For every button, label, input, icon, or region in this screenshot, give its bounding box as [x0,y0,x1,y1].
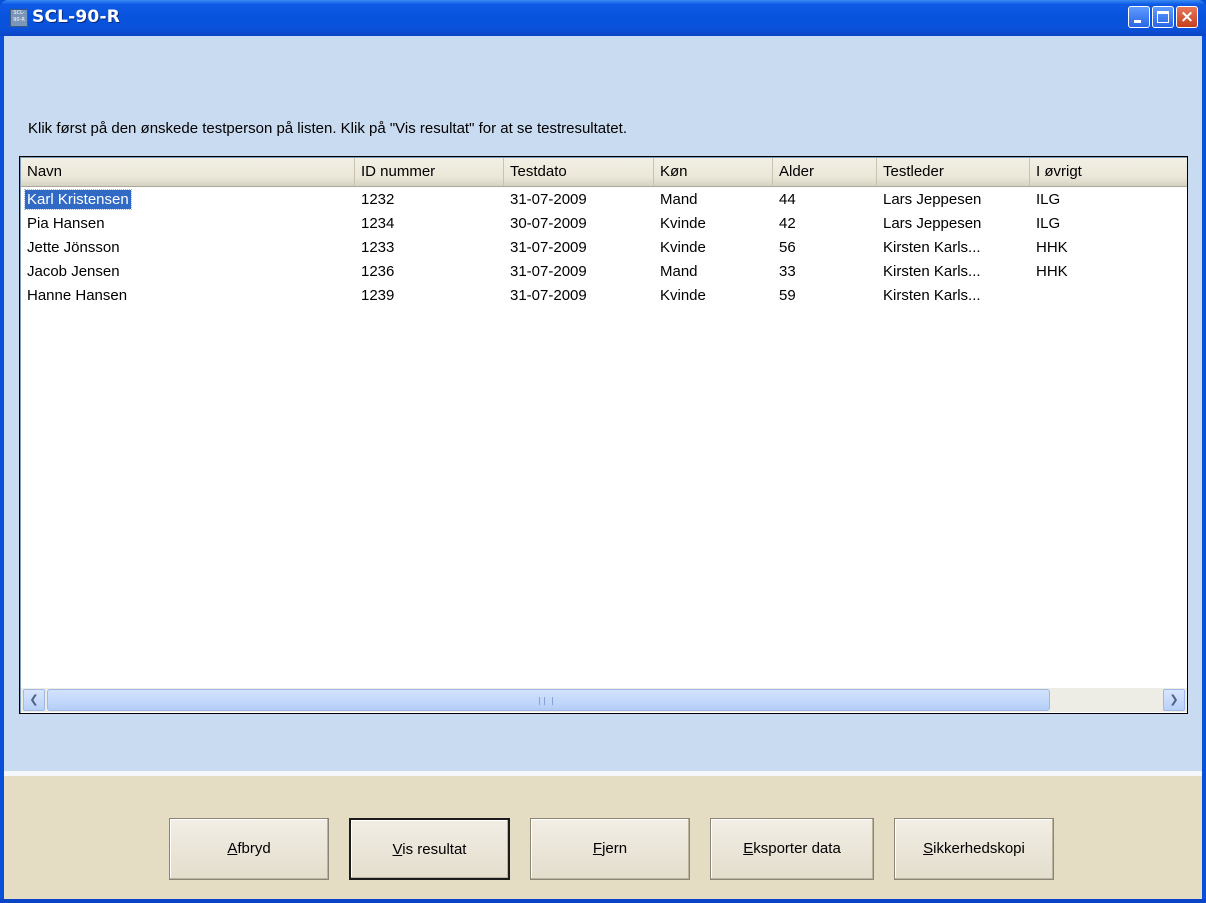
sikkerhedskopi-button[interactable]: Sikkerhedskopi [894,818,1054,880]
horizontal-scrollbar[interactable]: ❮ ❯ [21,688,1187,712]
cell-navn: Karl Kristensen [24,189,132,210]
cell-id: 1236 [361,263,395,280]
cell-kon: Kvinde [660,287,706,304]
list-header: Navn ID nummer Testdato Køn Alder Testle… [21,158,1187,187]
cell-kon: Kvinde [660,215,706,232]
cell-id: 1233 [361,239,395,256]
cell-kon: Mand [660,263,698,280]
grip-icon [539,697,553,705]
app-window: SCL-90-R SCL-90-R × Klik først på den øn… [0,0,1206,903]
cell-navn: Pia Hansen [27,215,105,232]
column-header-testdato[interactable]: Testdato [504,158,654,186]
window-frame-bottom [0,899,1206,903]
cell-navn: Jacob Jensen [27,263,120,280]
cell-ovrigt: HHK [1036,239,1068,256]
cell-ovrigt: HHK [1036,263,1068,280]
cell-id: 1232 [361,191,395,208]
cell-ovrigt: ILG [1036,191,1061,208]
cell-alder: 59 [779,287,796,304]
fjern-button[interactable]: Fjern [530,818,690,880]
table-row[interactable]: Jacob Jensen 1236 31-07-2009 Mand 33 Kir… [21,260,1187,284]
column-header-testleder[interactable]: Testleder [877,158,1030,186]
table-row[interactable]: Jette Jönsson 1233 31-07-2009 Kvinde 56 … [21,236,1187,260]
table-row[interactable]: Pia Hansen 1234 30-07-2009 Kvinde 42 Lar… [21,212,1187,236]
scroll-right-arrow-icon[interactable]: ❯ [1163,689,1185,711]
cell-alder: 33 [779,263,796,280]
minimize-button[interactable] [1128,6,1150,28]
cell-testdato: 31-07-2009 [510,191,587,208]
cell-testdato: 30-07-2009 [510,215,587,232]
cell-navn: Jette Jönsson [27,239,120,256]
cell-navn: Hanne Hansen [27,287,128,304]
instruction-text: Klik først på den ønskede testperson på … [28,120,627,137]
column-header-ovrigt[interactable]: I øvrigt [1030,158,1187,186]
scrollbar-thumb[interactable] [47,689,1050,711]
vis-resultat-button[interactable]: Vis resultat [349,818,510,880]
cell-testleder: Kirsten Karls... [883,263,981,280]
cell-id: 1239 [361,287,395,304]
app-icon: SCL-90-R [10,9,28,27]
cell-alder: 44 [779,191,796,208]
close-button[interactable]: × [1176,6,1198,28]
scroll-left-arrow-icon[interactable]: ❮ [23,689,45,711]
cell-testdato: 31-07-2009 [510,263,587,280]
column-header-alder[interactable]: Alder [773,158,877,186]
table-row[interactable]: Karl Kristensen 1232 31-07-2009 Mand 44 … [21,188,1187,212]
window-title: SCL-90-R [32,7,121,27]
cell-alder: 42 [779,215,796,232]
column-header-kon[interactable]: Køn [654,158,773,186]
cell-ovrigt: ILG [1036,215,1061,232]
eksporter-data-button[interactable]: Eksporter data [710,818,874,880]
cell-kon: Mand [660,191,698,208]
cell-testleder: Kirsten Karls... [883,287,981,304]
cell-kon: Kvinde [660,239,706,256]
column-header-navn[interactable]: Navn [21,158,355,186]
cell-ovrigt [1030,284,1187,308]
maximize-button[interactable] [1152,6,1174,28]
cell-testleder: Lars Jeppesen [883,191,982,208]
cell-id: 1234 [361,215,395,232]
afbryd-button[interactable]: Afbryd [169,818,329,880]
cell-testleder: Kirsten Karls... [883,239,981,256]
cell-testdato: 31-07-2009 [510,239,587,256]
cell-testdato: 31-07-2009 [510,287,587,304]
title-bar[interactable]: SCL-90-R SCL-90-R × [0,0,1206,36]
testperson-list[interactable]: Navn ID nummer Testdato Køn Alder Testle… [19,156,1188,714]
close-icon: × [1179,7,1195,27]
cell-testleder: Lars Jeppesen [883,215,982,232]
maximize-icon [1157,11,1169,23]
minimize-icon [1134,20,1141,23]
table-row[interactable]: Hanne Hansen 1239 31-07-2009 Kvinde 59 K… [21,284,1187,308]
cell-alder: 56 [779,239,796,256]
column-header-id[interactable]: ID nummer [355,158,504,186]
